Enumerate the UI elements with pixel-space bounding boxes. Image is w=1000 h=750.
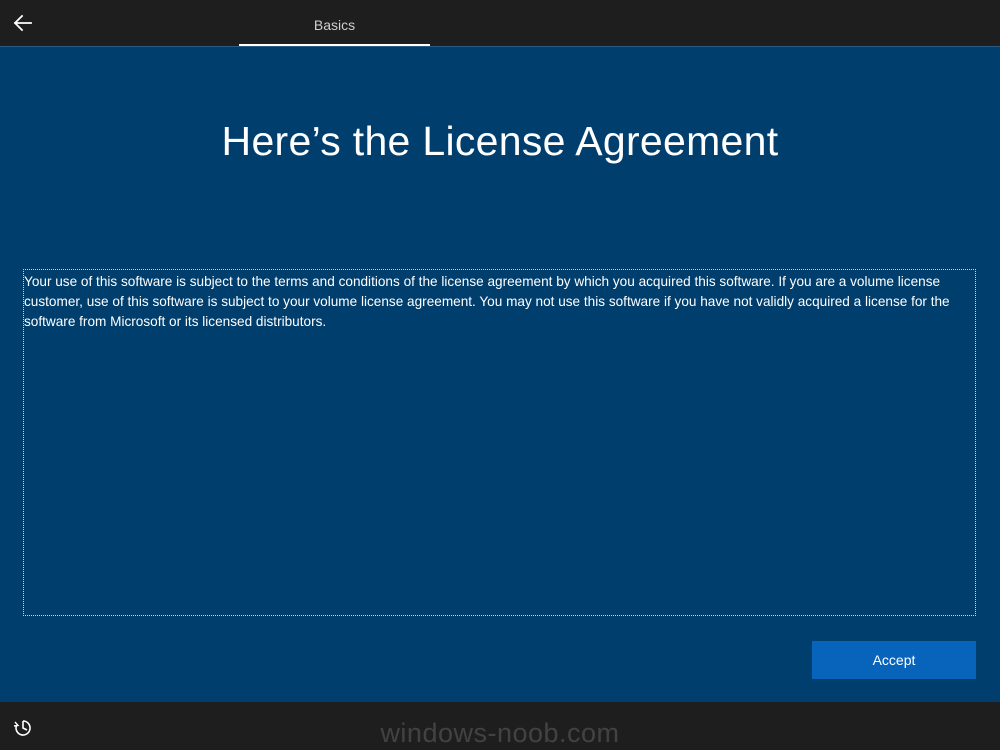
top-bar-divider: [0, 46, 1000, 47]
top-bar: Basics: [0, 0, 1000, 46]
bottom-bar: [0, 702, 1000, 750]
arrow-left-icon: [13, 14, 32, 32]
ease-of-access-icon: [13, 720, 31, 736]
license-text: Your use of this software is subject to …: [24, 274, 950, 329]
tab-basics[interactable]: Basics: [239, 0, 430, 46]
license-text-box[interactable]: Your use of this software is subject to …: [23, 269, 976, 616]
oobe-screen: Basics Here’s the License Agreement Your…: [0, 0, 1000, 750]
ease-of-access-button[interactable]: [12, 717, 34, 739]
page-title: Here’s the License Agreement: [221, 118, 779, 164]
back-button[interactable]: [10, 10, 36, 36]
accept-button[interactable]: Accept: [812, 641, 976, 679]
